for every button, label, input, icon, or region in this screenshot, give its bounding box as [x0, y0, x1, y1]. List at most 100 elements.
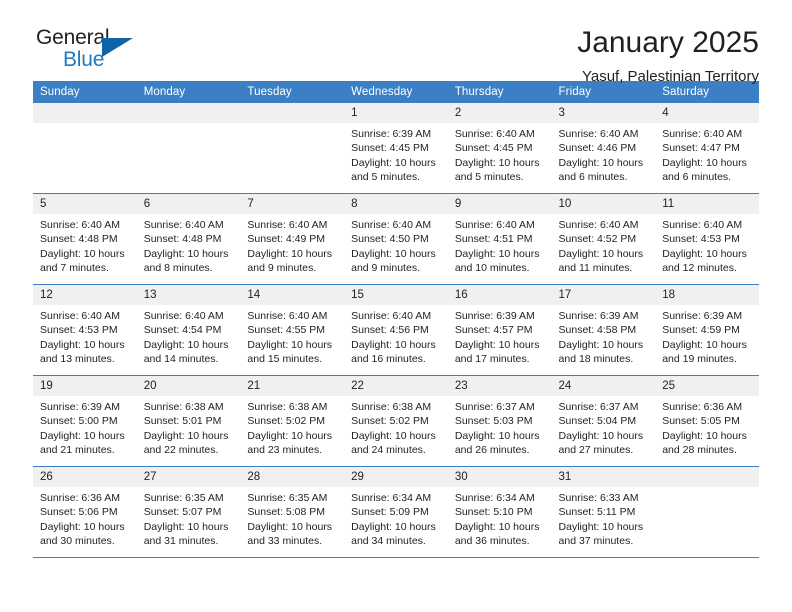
sunrise-text: Sunrise: 6:40 AM	[351, 310, 432, 322]
calendar-day-cell[interactable]: 25 Sunrise: 6:36 AM Sunset: 5:05 PM Dayligh…	[655, 375, 759, 467]
daylight-text-line2: and 16 minutes.	[351, 353, 426, 366]
calendar-day-cell[interactable]: 4 Sunrise: 6:40 AM Sunset: 4:47 PM Daylight…	[655, 103, 759, 194]
sunset-text: Sunset: 4:48 PM	[40, 233, 118, 246]
sunset-text: Sunset: 4:47 PM	[662, 142, 740, 155]
day-number: 5	[33, 194, 137, 214]
calendar-day-cell[interactable]: 6 Sunrise: 6:40 AM Sunset: 4:48 PM Daylight…	[136, 193, 241, 285]
day-details: Sunrise: 6:40 AM Sunset: 4:49 PM Daylight:…	[240, 214, 344, 276]
title-block: January 2025 Yasuf, Palestinian Territor…	[577, 26, 759, 88]
day-cell-inner: 30 Sunrise: 6:34 AM Sunset: 5:10 PM Dayligh…	[447, 467, 552, 557]
calendar-day-cell	[33, 103, 137, 194]
sunset-text: Sunset: 4:59 PM	[662, 324, 740, 337]
brand-logo[interactable]: General Blue	[33, 26, 154, 82]
calendar-day-cell[interactable]: 21 Sunrise: 6:38 AM Sunset: 5:02 PM Dayligh…	[240, 375, 345, 467]
day-number: 1	[344, 103, 448, 123]
daylight-text-line2: and 6 minutes.	[662, 171, 732, 184]
day-number: 21	[240, 376, 345, 396]
calendar-day-cell[interactable]: 16 Sunrise: 6:39 AM Sunset: 4:57 PM Dayligh…	[447, 284, 552, 376]
daylight-text-line2: and 17 minutes.	[454, 353, 530, 366]
calendar-day-cell[interactable]: 8 Sunrise: 6:40 AM Sunset: 4:50 PM Daylight…	[344, 193, 448, 285]
calendar-day-cell[interactable]: 30 Sunrise: 6:34 AM Sunset: 5:10 PM Dayligh…	[447, 466, 552, 558]
calendar-day-cell[interactable]: 22 Sunrise: 6:38 AM Sunset: 5:02 PM Dayligh…	[344, 375, 448, 467]
calendar-day-cell[interactable]: 10 Sunrise: 6:40 AM Sunset: 4:52 PM Dayligh…	[551, 193, 656, 285]
calendar-day-cell[interactable]: 28 Sunrise: 6:35 AM Sunset: 5:08 PM Dayligh…	[240, 466, 345, 558]
daylight-text-line1: Daylight: 10 hours	[662, 156, 747, 169]
daylight-text-line1: Daylight: 10 hours	[662, 247, 747, 260]
sunrise-sunset-calendar: Sunday Monday Tuesday Wednesday Thursday…	[33, 81, 759, 558]
daylight-text-line2: and 14 minutes.	[143, 353, 219, 366]
daylight-text-line2: and 33 minutes.	[247, 535, 323, 548]
daylight-text-line1: Daylight: 10 hours	[662, 338, 747, 351]
day-number: 15	[344, 285, 448, 305]
day-cell-inner: 8 Sunrise: 6:40 AM Sunset: 4:50 PM Daylight…	[344, 194, 448, 284]
day-number: 31	[551, 467, 656, 487]
daylight-text-line1: Daylight: 10 hours	[40, 338, 125, 351]
calendar-day-cell[interactable]: 1 Sunrise: 6:39 AM Sunset: 4:45 PM Daylight…	[344, 103, 448, 194]
calendar-day-cell[interactable]: 11 Sunrise: 6:40 AM Sunset: 4:53 PM Dayligh…	[655, 193, 759, 285]
calendar-day-cell[interactable]: 24 Sunrise: 6:37 AM Sunset: 5:04 PM Dayligh…	[551, 375, 656, 467]
daylight-text-line2: and 7 minutes.	[40, 262, 109, 275]
calendar-day-cell[interactable]: 20 Sunrise: 6:38 AM Sunset: 5:01 PM Dayligh…	[136, 375, 241, 467]
day-details: Sunrise: 6:37 AM Sunset: 5:04 PM Daylight:…	[552, 396, 656, 458]
brand-general-text: General	[36, 26, 110, 49]
calendar-day-cell[interactable]: 29 Sunrise: 6:34 AM Sunset: 5:09 PM Dayligh…	[344, 466, 448, 558]
day-number: 14	[240, 285, 345, 305]
day-details: Sunrise: 6:40 AM Sunset: 4:55 PM Daylight:…	[240, 305, 344, 367]
calendar-day-cell[interactable]: 31 Sunrise: 6:33 AM Sunset: 5:11 PM Dayligh…	[551, 466, 656, 558]
day-cell-inner: 18 Sunrise: 6:39 AM Sunset: 4:59 PM Dayligh…	[655, 285, 759, 375]
sunset-text: Sunset: 4:45 PM	[454, 142, 533, 155]
calendar-day-cell[interactable]: 23 Sunrise: 6:37 AM Sunset: 5:03 PM Dayligh…	[447, 375, 552, 467]
daylight-text-line1: Daylight: 10 hours	[351, 429, 436, 442]
calendar-week-row: 19 Sunrise: 6:39 AM Sunset: 5:00 PM Dayligh…	[33, 375, 759, 467]
daylight-text-line1: Daylight: 10 hours	[247, 520, 333, 533]
calendar-day-cell[interactable]: 18 Sunrise: 6:39 AM Sunset: 4:59 PM Dayligh…	[655, 284, 759, 376]
day-number	[240, 103, 345, 123]
day-cell-inner: 17 Sunrise: 6:39 AM Sunset: 4:58 PM Dayligh…	[551, 285, 656, 375]
daylight-text-line2: and 34 minutes.	[351, 535, 426, 548]
day-number: 26	[33, 467, 137, 487]
sunset-text: Sunset: 5:03 PM	[454, 415, 533, 428]
sunrise-text: Sunrise: 6:40 AM	[454, 219, 535, 231]
day-cell-inner: 5 Sunrise: 6:40 AM Sunset: 4:48 PM Daylight…	[33, 194, 137, 284]
calendar-day-cell[interactable]: 2 Sunrise: 6:40 AM Sunset: 4:45 PM Daylight…	[447, 103, 552, 194]
day-details: Sunrise: 6:40 AM Sunset: 4:48 PM Daylight:…	[137, 214, 241, 276]
calendar-day-cell[interactable]: 12 Sunrise: 6:40 AM Sunset: 4:53 PM Dayligh…	[33, 284, 137, 376]
calendar-day-cell[interactable]: 13 Sunrise: 6:40 AM Sunset: 4:54 PM Dayligh…	[136, 284, 241, 376]
calendar-day-cell[interactable]: 3 Sunrise: 6:40 AM Sunset: 4:46 PM Daylight…	[551, 103, 656, 194]
weekday-header-thursday: Thursday	[447, 81, 552, 103]
day-number	[33, 103, 137, 123]
day-number: 16	[447, 285, 552, 305]
day-number: 12	[33, 285, 137, 305]
daylight-text-line1: Daylight: 10 hours	[40, 520, 125, 533]
calendar-day-cell[interactable]: 7 Sunrise: 6:40 AM Sunset: 4:49 PM Daylight…	[240, 193, 345, 285]
daylight-text-line2: and 15 minutes.	[247, 353, 323, 366]
calendar-day-cell[interactable]: 14 Sunrise: 6:40 AM Sunset: 4:55 PM Dayligh…	[240, 284, 345, 376]
day-cell-inner: 29 Sunrise: 6:34 AM Sunset: 5:09 PM Dayligh…	[344, 467, 448, 557]
day-details: Sunrise: 6:38 AM Sunset: 5:02 PM Daylight:…	[344, 396, 448, 458]
day-cell-inner: 28 Sunrise: 6:35 AM Sunset: 5:08 PM Dayligh…	[240, 467, 345, 557]
sunrise-text: Sunrise: 6:40 AM	[40, 219, 120, 231]
day-number	[136, 103, 241, 123]
calendar-page: General Blue January 2025 Yasuf, Palesti…	[0, 0, 792, 612]
page-title: January 2025	[577, 26, 759, 59]
sunrise-text: Sunrise: 6:40 AM	[558, 219, 639, 231]
calendar-day-cell[interactable]: 5 Sunrise: 6:40 AM Sunset: 4:48 PM Daylight…	[33, 193, 137, 285]
calendar-day-cell[interactable]: 19 Sunrise: 6:39 AM Sunset: 5:00 PM Dayligh…	[33, 375, 137, 467]
daylight-text-line2: and 37 minutes.	[558, 535, 634, 548]
day-details: Sunrise: 6:40 AM Sunset: 4:45 PM Daylight:…	[448, 123, 552, 185]
daylight-text-line1: Daylight: 10 hours	[454, 156, 540, 169]
calendar-day-cell[interactable]: 26 Sunrise: 6:36 AM Sunset: 5:06 PM Dayligh…	[33, 466, 137, 558]
calendar-day-cell[interactable]: 27 Sunrise: 6:35 AM Sunset: 5:07 PM Dayligh…	[136, 466, 241, 558]
calendar-day-cell[interactable]: 9 Sunrise: 6:40 AM Sunset: 4:51 PM Daylight…	[447, 193, 552, 285]
sunrise-text: Sunrise: 6:36 AM	[662, 401, 743, 413]
day-details: Sunrise: 6:38 AM Sunset: 5:02 PM Daylight:…	[240, 396, 344, 458]
weekday-header-tuesday: Tuesday	[240, 81, 345, 103]
day-cell-inner: 12 Sunrise: 6:40 AM Sunset: 4:53 PM Dayligh…	[33, 285, 137, 375]
sunset-text: Sunset: 4:53 PM	[40, 324, 118, 337]
calendar-day-cell[interactable]: 17 Sunrise: 6:39 AM Sunset: 4:58 PM Dayligh…	[551, 284, 656, 376]
calendar-day-cell[interactable]: 15 Sunrise: 6:40 AM Sunset: 4:56 PM Dayligh…	[344, 284, 448, 376]
day-number: 29	[344, 467, 448, 487]
day-details: Sunrise: 6:35 AM Sunset: 5:08 PM Daylight:…	[240, 487, 344, 549]
daylight-text-line1: Daylight: 10 hours	[40, 247, 125, 260]
day-number: 27	[136, 467, 241, 487]
